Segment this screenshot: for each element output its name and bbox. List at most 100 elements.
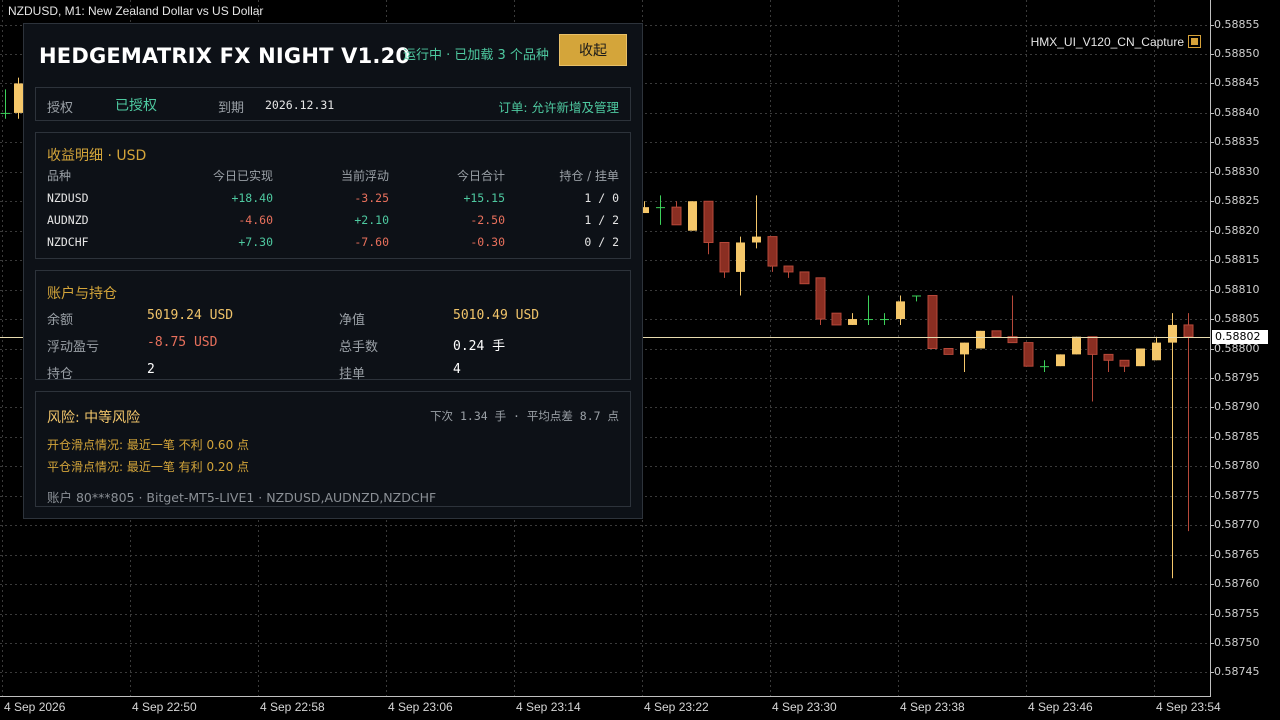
candle-body — [703, 200, 714, 243]
pnl-positions: 1 / 0 — [584, 191, 619, 205]
account-footer: 账户 80***805 · Bitget-MT5-LIVE1 · NZDUSD,… — [47, 490, 437, 505]
pnl-floating: +2.10 — [354, 213, 389, 227]
candle — [991, 330, 1002, 338]
candle-body — [1136, 348, 1145, 367]
capture-icon[interactable] — [1188, 35, 1201, 48]
pnl-floating: -3.25 — [354, 191, 389, 205]
price-axis-label: 0.58820 — [1214, 224, 1260, 237]
candle-body — [960, 342, 969, 355]
pnl-total: +15.15 — [463, 191, 505, 205]
candle-body — [896, 301, 905, 320]
candle-body — [864, 319, 873, 321]
pnl-header-floating: 当前浮动 — [340, 169, 389, 183]
collapse-button[interactable]: 收起 — [559, 34, 627, 66]
price-axis-label: 0.58855 — [1214, 18, 1260, 31]
candle — [927, 294, 938, 349]
candle-body — [815, 277, 826, 320]
time-axis-label: 4 Sep 23:14 — [516, 700, 581, 714]
candle — [1, 89, 10, 119]
candle-body — [736, 242, 745, 272]
candle — [848, 313, 857, 325]
next-lot-info: 下次 1.34 手 · 平均点差 8.7 点 — [430, 409, 619, 423]
candle-body — [671, 206, 682, 226]
candle-body — [1072, 336, 1081, 355]
panel-status: 运行中 · 已加载 3 个品种 — [403, 48, 549, 63]
price-axis-label: 0.58815 — [1214, 253, 1260, 266]
price-axis-label: 0.58785 — [1214, 430, 1260, 443]
positions-label: 持仓 — [47, 367, 74, 382]
time-axis-label: 4 Sep 23:30 — [772, 700, 837, 714]
candle-body — [14, 83, 23, 113]
candle — [767, 236, 778, 272]
candle-body — [991, 330, 1002, 338]
pnl-header-positions: 持仓 / 挂单 — [559, 169, 619, 183]
balance-value: 5019.24 USD — [147, 308, 234, 323]
price-axis-label: 0.58765 — [1214, 548, 1260, 561]
positions-value: 2 — [147, 362, 155, 377]
candle-body — [1183, 324, 1194, 338]
candle — [943, 348, 954, 355]
close-slippage: 平仓滑点情况: 最近一笔 有利 0.20 点 — [47, 460, 250, 474]
candle — [864, 295, 873, 325]
price-axis-label: 0.58755 — [1214, 607, 1260, 620]
candle-body — [719, 241, 730, 273]
time-axis-label: 4 Sep 23:46 — [1028, 700, 1093, 714]
candle-body — [976, 330, 985, 349]
candle — [1136, 348, 1145, 367]
price-axis-label: 0.58775 — [1214, 489, 1260, 502]
pending-label: 挂单 — [339, 367, 366, 382]
candle — [1183, 313, 1194, 532]
pending-value: 4 — [453, 362, 461, 377]
candle-body — [1056, 354, 1065, 367]
candle-body — [1, 112, 10, 114]
pnl-total: -2.50 — [470, 213, 505, 227]
candle-body — [783, 265, 794, 273]
candle — [1040, 360, 1049, 373]
balance-label: 余额 — [47, 313, 74, 328]
license-label: 授权 — [47, 101, 74, 116]
candle-body — [767, 236, 778, 267]
candle-body — [1040, 366, 1049, 368]
candle-body — [1152, 342, 1161, 361]
risk-title: 风险: 中等风险 — [47, 410, 141, 426]
pnl-section: 收益明细 · USD 品种 今日已实现 当前浮动 今日合计 持仓 / 挂单 NZ… — [35, 132, 631, 259]
time-axis-label: 4 Sep 23:38 — [900, 700, 965, 714]
pnl-realized: -4.60 — [238, 213, 273, 227]
price-axis-label: 0.58805 — [1214, 312, 1260, 325]
account-section: 账户与持仓 余额 5019.24 USD 净值 5010.49 USD 浮动盈亏… — [35, 270, 631, 382]
pnl-realized: +18.40 — [231, 191, 273, 205]
license-value: 已授权 — [115, 98, 157, 114]
pnl-positions: 1 / 2 — [584, 213, 619, 227]
price-axis-label: 0.58770 — [1214, 518, 1260, 531]
candle-body — [927, 294, 938, 349]
candle — [783, 265, 794, 278]
price-axis-label: 0.58835 — [1214, 135, 1260, 148]
account-title: 账户与持仓 — [47, 286, 117, 302]
price-axis-label: 0.58795 — [1214, 371, 1260, 384]
candle-body — [656, 207, 665, 209]
lots-label: 总手数 — [339, 340, 379, 355]
ea-panel: HEDGEMATRIX FX NIGHT V1.20 运行中 · 已加载 3 个… — [23, 23, 643, 519]
pnl-header-symbol: 品种 — [47, 169, 72, 183]
candle — [671, 201, 682, 226]
license-section: 授权 已授权 到期 2026.12.31 订单: 允许新增及管理 — [35, 87, 631, 121]
equity-label: 净值 — [339, 313, 366, 328]
candle — [960, 342, 969, 373]
candle-body — [912, 295, 921, 297]
time-axis-label: 4 Sep 22:58 — [260, 700, 325, 714]
pnl-header-realized: 今日已实现 — [212, 169, 273, 183]
price-axis-label: 0.58800 — [1214, 342, 1260, 355]
price-axis-label: 0.58780 — [1214, 459, 1260, 472]
pnl-floating: -7.60 — [354, 235, 389, 249]
time-axis-label: 4 Sep 2026 — [4, 700, 66, 714]
price-axis-label: 0.58845 — [1214, 76, 1260, 89]
pnl-title: 收益明细 · USD — [47, 148, 147, 164]
pnl-symbol: NZDCHF — [47, 235, 89, 249]
candle-body — [1103, 353, 1114, 361]
price-axis-label: 0.58840 — [1214, 106, 1260, 119]
candle — [736, 236, 745, 296]
candle — [703, 200, 714, 255]
pnl-total: -0.30 — [470, 235, 505, 249]
candle — [1152, 336, 1161, 361]
candle — [719, 241, 730, 278]
